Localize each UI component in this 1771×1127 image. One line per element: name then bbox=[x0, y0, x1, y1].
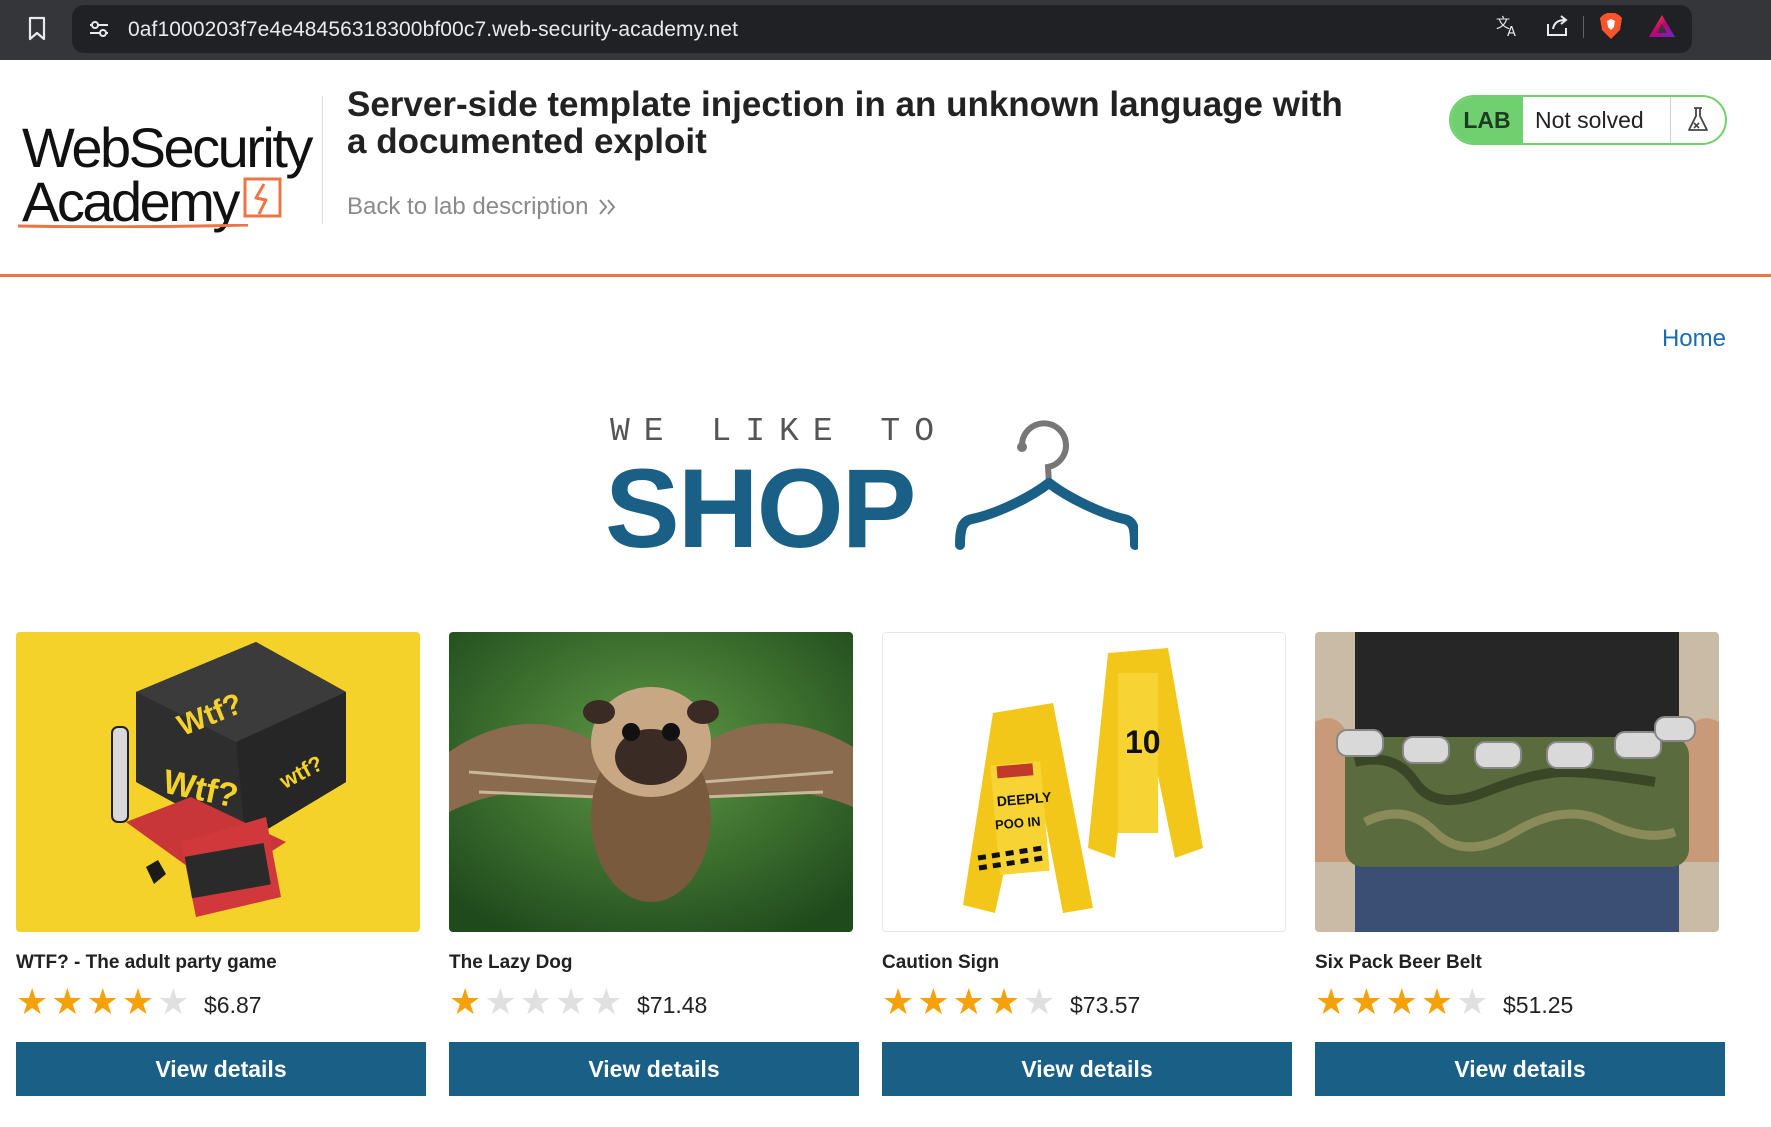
back-link-label: Back to lab description bbox=[347, 193, 589, 220]
lightning-icon bbox=[243, 177, 282, 218]
star-rating: ★ ★ ★ ★ ★ bbox=[1315, 984, 1488, 1020]
product-image[interactable]: 10 DEEPLY POO IN bbox=[882, 632, 1286, 932]
star-empty-icon: ★ bbox=[590, 981, 623, 1022]
product-card: The Lazy Dog ★ ★ ★ ★ ★ $71.48 View details bbox=[449, 632, 859, 1102]
product-card: Wtf? Wtf? wtf? WTF? - The adult party ga… bbox=[16, 632, 426, 1102]
shop-banner: WE LIKE TO SHOP bbox=[600, 405, 1140, 585]
product-name: Six Pack Beer Belt bbox=[1315, 952, 1482, 973]
star-filled-icon: ★ bbox=[917, 981, 950, 1022]
product-price: $51.25 bbox=[1503, 992, 1574, 1018]
star-filled-icon: ★ bbox=[86, 981, 119, 1022]
bookmark-icon[interactable] bbox=[20, 12, 54, 46]
view-details-button[interactable]: View details bbox=[16, 1042, 426, 1096]
toolbar-separator bbox=[1583, 16, 1584, 38]
header-divider bbox=[322, 96, 323, 224]
lab-status-widget: LAB Not solved bbox=[1449, 95, 1727, 145]
lab-header: WebSecurity Academy Server-side template… bbox=[0, 60, 1771, 278]
product-price: $73.57 bbox=[1070, 992, 1141, 1018]
star-filled-icon: ★ bbox=[51, 981, 84, 1022]
product-image[interactable] bbox=[1315, 632, 1719, 932]
view-details-button[interactable]: View details bbox=[449, 1042, 859, 1096]
header-rule bbox=[0, 274, 1771, 277]
url-text[interactable]: 0af1000203f7e4e48456318300bf00c7.web-sec… bbox=[128, 18, 738, 42]
browser-toolbar: 0af1000203f7e4e48456318300bf00c7.web-sec… bbox=[0, 0, 1771, 60]
star-filled-icon: ★ bbox=[1420, 981, 1454, 1022]
star-filled-icon: ★ bbox=[1350, 981, 1383, 1022]
share-icon[interactable] bbox=[1543, 11, 1573, 41]
product-card: Six Pack Beer Belt ★ ★ ★ ★ ★ $51.25 View det… bbox=[1315, 632, 1725, 1102]
web-security-academy-logo[interactable]: WebSecurity Academy bbox=[18, 90, 318, 265]
star-filled-icon: ★ bbox=[882, 981, 915, 1022]
logo-line-1: WebSecurity bbox=[22, 116, 313, 179]
view-details-button[interactable]: View details bbox=[1315, 1042, 1725, 1096]
banner-tagline: WE LIKE TO bbox=[610, 413, 949, 450]
product-name: The Lazy Dog bbox=[449, 952, 573, 973]
star-rating: ★ ★ ★ ★ ★ bbox=[16, 984, 189, 1020]
star-filled-icon: ★ bbox=[121, 981, 155, 1022]
product-image[interactable] bbox=[449, 632, 853, 932]
hanger-icon bbox=[955, 420, 1138, 550]
svg-text:10: 10 bbox=[1125, 724, 1161, 760]
address-bar[interactable]: 0af1000203f7e4e48456318300bf00c7.web-sec… bbox=[72, 5, 1692, 53]
product-name: WTF? - The adult party game bbox=[16, 952, 277, 973]
star-rating: ★ ★ ★ ★ ★ bbox=[449, 984, 622, 1020]
star-filled-icon: ★ bbox=[952, 981, 985, 1022]
product-name: Caution Sign bbox=[882, 952, 1000, 973]
translate-icon[interactable]: 文 A bbox=[1493, 11, 1523, 41]
star-filled-icon: ★ bbox=[1315, 981, 1348, 1022]
star-empty-icon: ★ bbox=[519, 981, 552, 1022]
product-grid: Wtf? Wtf? wtf? WTF? - The adult party ga… bbox=[16, 632, 1726, 1102]
star-filled-icon: ★ bbox=[1385, 981, 1418, 1022]
svg-text:A: A bbox=[1507, 25, 1516, 38]
site-info-icon[interactable] bbox=[86, 16, 112, 42]
flask-icon bbox=[1671, 97, 1725, 143]
back-to-lab-description-link[interactable]: Back to lab description bbox=[347, 193, 618, 221]
star-filled-icon: ★ bbox=[449, 981, 482, 1022]
lab-badge: LAB bbox=[1451, 97, 1523, 143]
star-empty-icon: ★ bbox=[157, 981, 190, 1022]
star-empty-icon: ★ bbox=[554, 981, 588, 1022]
product-image[interactable]: Wtf? Wtf? wtf? bbox=[16, 632, 420, 932]
lab-status-text: Not solved bbox=[1523, 97, 1671, 143]
product-price: $6.87 bbox=[204, 992, 262, 1018]
home-link[interactable]: Home bbox=[1662, 325, 1726, 353]
lab-title: Server-side template injection in an unk… bbox=[347, 85, 1343, 161]
brave-shield-icon[interactable] bbox=[1596, 11, 1626, 41]
star-rating: ★ ★ ★ ★ ★ bbox=[882, 984, 1055, 1020]
rewards-icon[interactable] bbox=[1647, 11, 1677, 41]
star-empty-icon: ★ bbox=[484, 981, 517, 1022]
star-filled-icon: ★ bbox=[987, 981, 1021, 1022]
logo-underline bbox=[18, 224, 248, 228]
star-filled-icon: ★ bbox=[16, 981, 49, 1022]
star-empty-icon: ★ bbox=[1023, 981, 1056, 1022]
star-empty-icon: ★ bbox=[1456, 981, 1489, 1022]
banner-word: SHOP bbox=[605, 446, 916, 571]
product-price: $71.48 bbox=[637, 992, 708, 1018]
view-details-button[interactable]: View details bbox=[882, 1042, 1292, 1096]
logo-line-2: Academy bbox=[22, 170, 240, 233]
product-card: 10 DEEPLY POO IN Caution Sign ★ ★ ★ ★ ★ $73.… bbox=[882, 632, 1292, 1102]
chevron-right-icon bbox=[599, 199, 616, 215]
